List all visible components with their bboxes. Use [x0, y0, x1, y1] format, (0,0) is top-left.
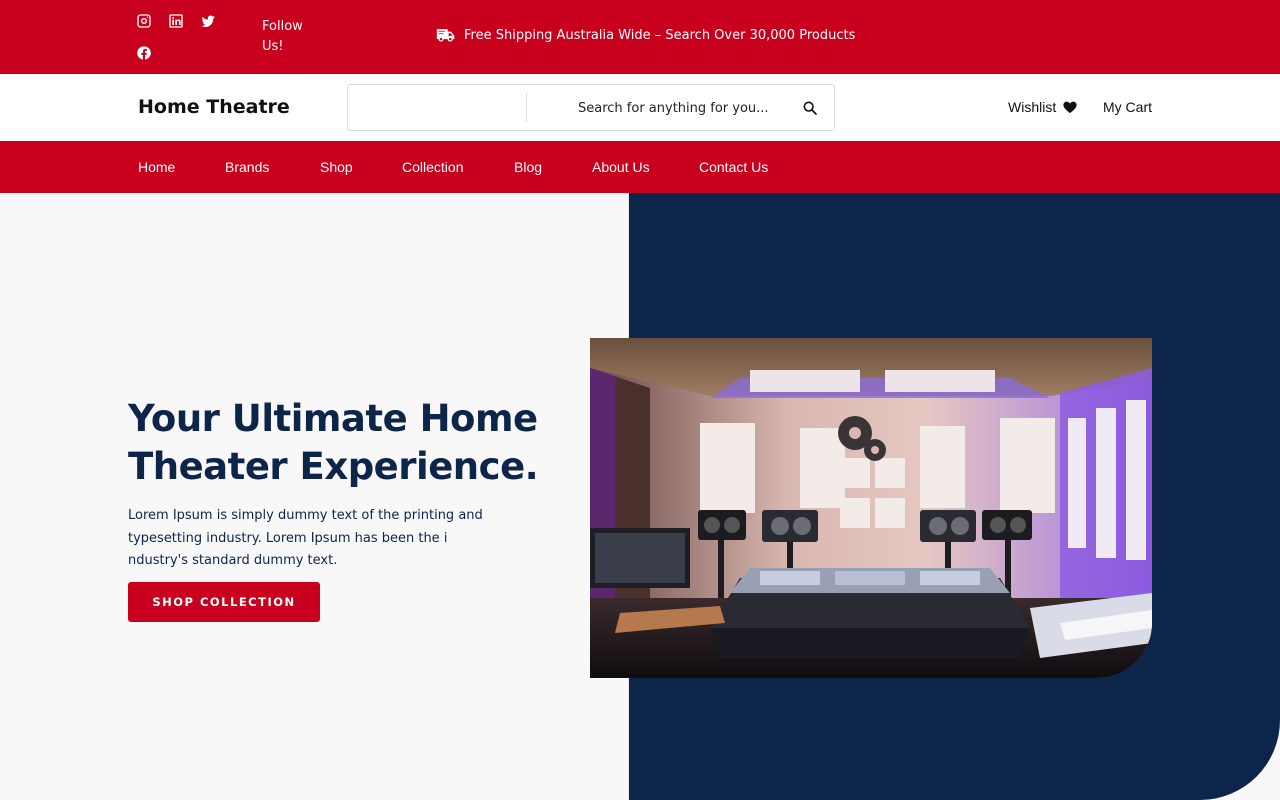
shipping-banner: Free Shipping Australia Wide – Search Ov…	[436, 26, 855, 44]
nav-item-home[interactable]: Home	[138, 159, 175, 175]
search-icon[interactable]	[800, 98, 820, 118]
main-nav: Home Brands Shop Collection Blog About U…	[0, 141, 1280, 193]
nav-item-shop[interactable]: Shop	[320, 159, 353, 175]
search-divider	[526, 93, 527, 122]
nav-item-about-us[interactable]: About Us	[592, 159, 650, 175]
heart-icon	[1063, 101, 1077, 113]
search-input[interactable]	[578, 97, 778, 119]
shop-collection-button[interactable]: SHOP COLLECTION	[128, 582, 320, 622]
top-bar: Follow Us! Free Shipping Australia Wide …	[0, 0, 1280, 74]
search-bar	[347, 84, 835, 131]
shipping-text: Free Shipping Australia Wide – Search Ov…	[464, 27, 856, 43]
truck-icon	[436, 29, 455, 42]
nav-item-collection[interactable]: Collection	[402, 159, 463, 175]
hero-studio-image	[590, 338, 1152, 678]
site-logo[interactable]: Home Theatre	[138, 96, 290, 118]
hero-title: Your Ultimate Home Theater Experience.	[128, 397, 539, 488]
nav-item-brands[interactable]: Brands	[225, 159, 269, 175]
linkedin-icon[interactable]	[166, 11, 186, 31]
wishlist-link[interactable]: Wishlist	[1008, 99, 1078, 115]
header: Home Theatre Wishlist My Cart	[0, 74, 1280, 141]
facebook-icon[interactable]	[134, 43, 154, 63]
cart-link[interactable]: My Cart	[1103, 99, 1152, 115]
twitter-icon[interactable]	[198, 11, 218, 31]
follow-us-text: Follow Us!	[262, 19, 303, 54]
hero-description: Lorem Ipsum is simply dummy text of the …	[128, 508, 483, 568]
instagram-icon[interactable]	[134, 11, 154, 31]
nav-item-contact-us[interactable]: Contact Us	[699, 159, 768, 175]
nav-item-blog[interactable]: Blog	[514, 159, 542, 175]
wishlist-label: Wishlist	[1008, 99, 1057, 115]
